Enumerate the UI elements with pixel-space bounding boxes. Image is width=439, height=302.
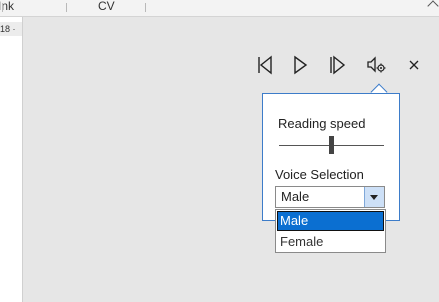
voice-select-value: Male: [281, 189, 310, 204]
close-button[interactable]: [402, 53, 426, 77]
document-page-edge: [0, 17, 23, 302]
close-icon: [409, 60, 419, 70]
ribbon-divider: [66, 3, 67, 12]
voice-option-male[interactable]: Male: [277, 211, 384, 231]
next-paragraph-icon: [330, 55, 346, 75]
voice-settings-popup: Reading speed Voice Selection Male: [262, 93, 400, 221]
next-paragraph-button[interactable]: [326, 53, 350, 77]
voice-selection-label: Voice Selection: [275, 167, 364, 182]
ribbon-tab-cv[interactable]: CV: [98, 0, 115, 12]
voice-select[interactable]: Male: [275, 186, 385, 208]
chevron-down-icon[interactable]: [364, 187, 384, 207]
previous-paragraph-button[interactable]: [252, 53, 276, 77]
reading-speed-label: Reading speed: [278, 116, 366, 131]
ribbon-divider: [145, 3, 146, 12]
ruler-marker: 18 ·: [0, 22, 22, 36]
voice-settings-icon: [367, 56, 386, 73]
play-button[interactable]: [288, 53, 312, 77]
voice-options-list: Male Female: [275, 209, 386, 253]
previous-paragraph-icon: [258, 55, 272, 75]
voice-settings-button[interactable]: [364, 53, 388, 77]
reading-speed-slider-thumb[interactable]: [329, 136, 334, 154]
play-icon: [294, 55, 308, 75]
ribbon-divider: [2, 3, 3, 12]
voice-option-female[interactable]: Female: [277, 232, 384, 252]
ruler-value: 18: [0, 24, 11, 34]
ribbon-strip: Ink CV: [0, 0, 439, 17]
collapse-ribbon-icon[interactable]: [427, 0, 439, 12]
